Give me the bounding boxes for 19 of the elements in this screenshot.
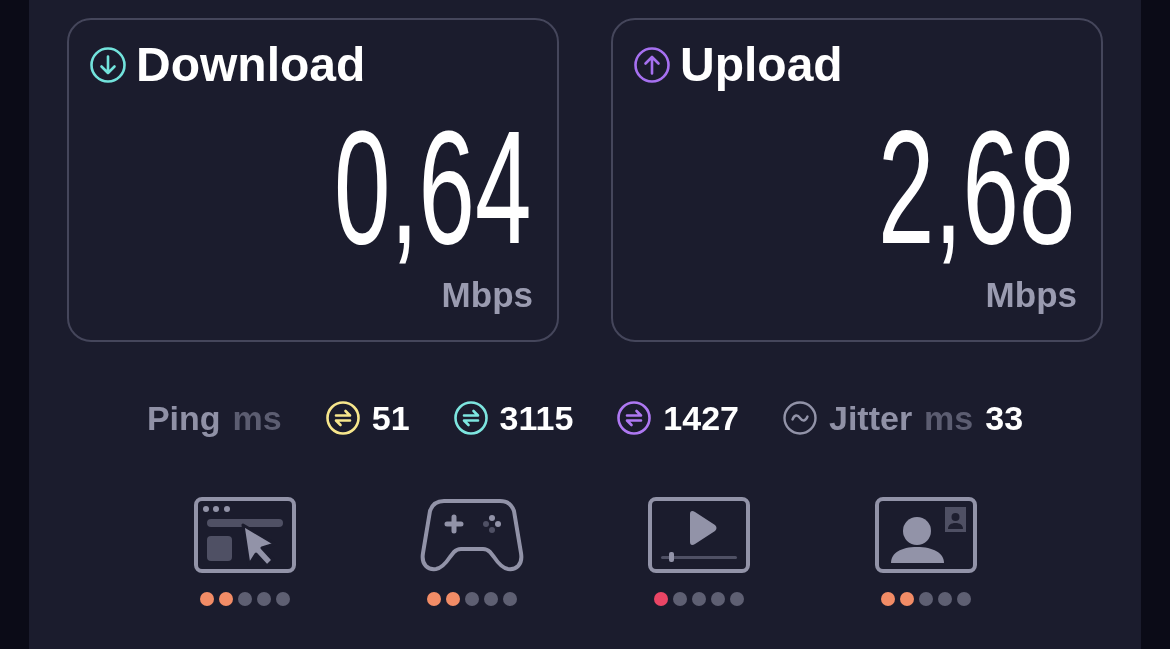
unit-label: Mbps <box>441 277 533 312</box>
video-player-icon <box>647 497 750 573</box>
wave-circle-icon <box>782 401 817 435</box>
browser-window-cursor-icon <box>193 497 296 573</box>
person-video-frame-icon <box>874 497 977 573</box>
unit-label: Mbps <box>985 277 1077 312</box>
unit-label: ms <box>924 401 974 435</box>
gamepad-icon <box>419 497 524 573</box>
ping-value: 51 <box>371 401 410 435</box>
speed-value: 0,64 <box>333 107 531 268</box>
ping-value: 3115 <box>499 401 574 435</box>
card-title: Download <box>136 41 366 89</box>
speed-value: 2,68 <box>877 107 1075 268</box>
ping-value: 1427 <box>663 401 739 435</box>
jitter-value: 33 <box>985 401 1024 435</box>
ping-label: Ping <box>146 401 221 435</box>
unit-label: ms <box>232 401 282 435</box>
jitter-label: Jitter <box>828 401 913 435</box>
card-title: Upload <box>680 41 843 89</box>
